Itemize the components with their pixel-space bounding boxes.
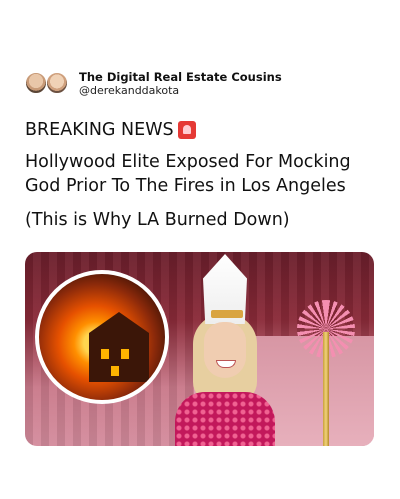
breaking-news-text: BREAKING NEWS	[25, 120, 174, 140]
window-glow	[121, 349, 129, 359]
headline-line-2: God Prior To The Fires in Los Angeles	[25, 176, 346, 196]
face	[204, 322, 246, 378]
staff	[323, 332, 329, 446]
avatar	[46, 72, 68, 94]
avatar	[25, 72, 47, 94]
post-header: The Digital Real Estate Cousins @derekan…	[25, 70, 282, 98]
post-image[interactable]	[25, 252, 374, 446]
account-name[interactable]: The Digital Real Estate Cousins	[79, 70, 282, 84]
window-glow	[101, 349, 109, 359]
post-text: BREAKING NEWS Hollywood Elite Exposed Fo…	[25, 120, 385, 230]
celebrity-photo	[163, 252, 283, 446]
headline-line-1: Hollywood Elite Exposed For Mocking	[25, 152, 351, 172]
police-siren-icon	[177, 121, 196, 139]
window-glow	[111, 366, 119, 376]
account-handle[interactable]: @derekanddakota	[79, 84, 282, 98]
headline-subline: (This is Why LA Burned Down)	[25, 210, 290, 230]
account-avatars[interactable]	[25, 72, 71, 96]
sequin-dress	[175, 392, 275, 446]
burning-house-image	[35, 270, 169, 404]
mitre-band	[211, 310, 243, 318]
house-silhouette	[89, 312, 149, 382]
account-info[interactable]: The Digital Real Estate Cousins @derekan…	[79, 70, 282, 98]
breaking-news-label: BREAKING NEWS	[25, 120, 385, 140]
